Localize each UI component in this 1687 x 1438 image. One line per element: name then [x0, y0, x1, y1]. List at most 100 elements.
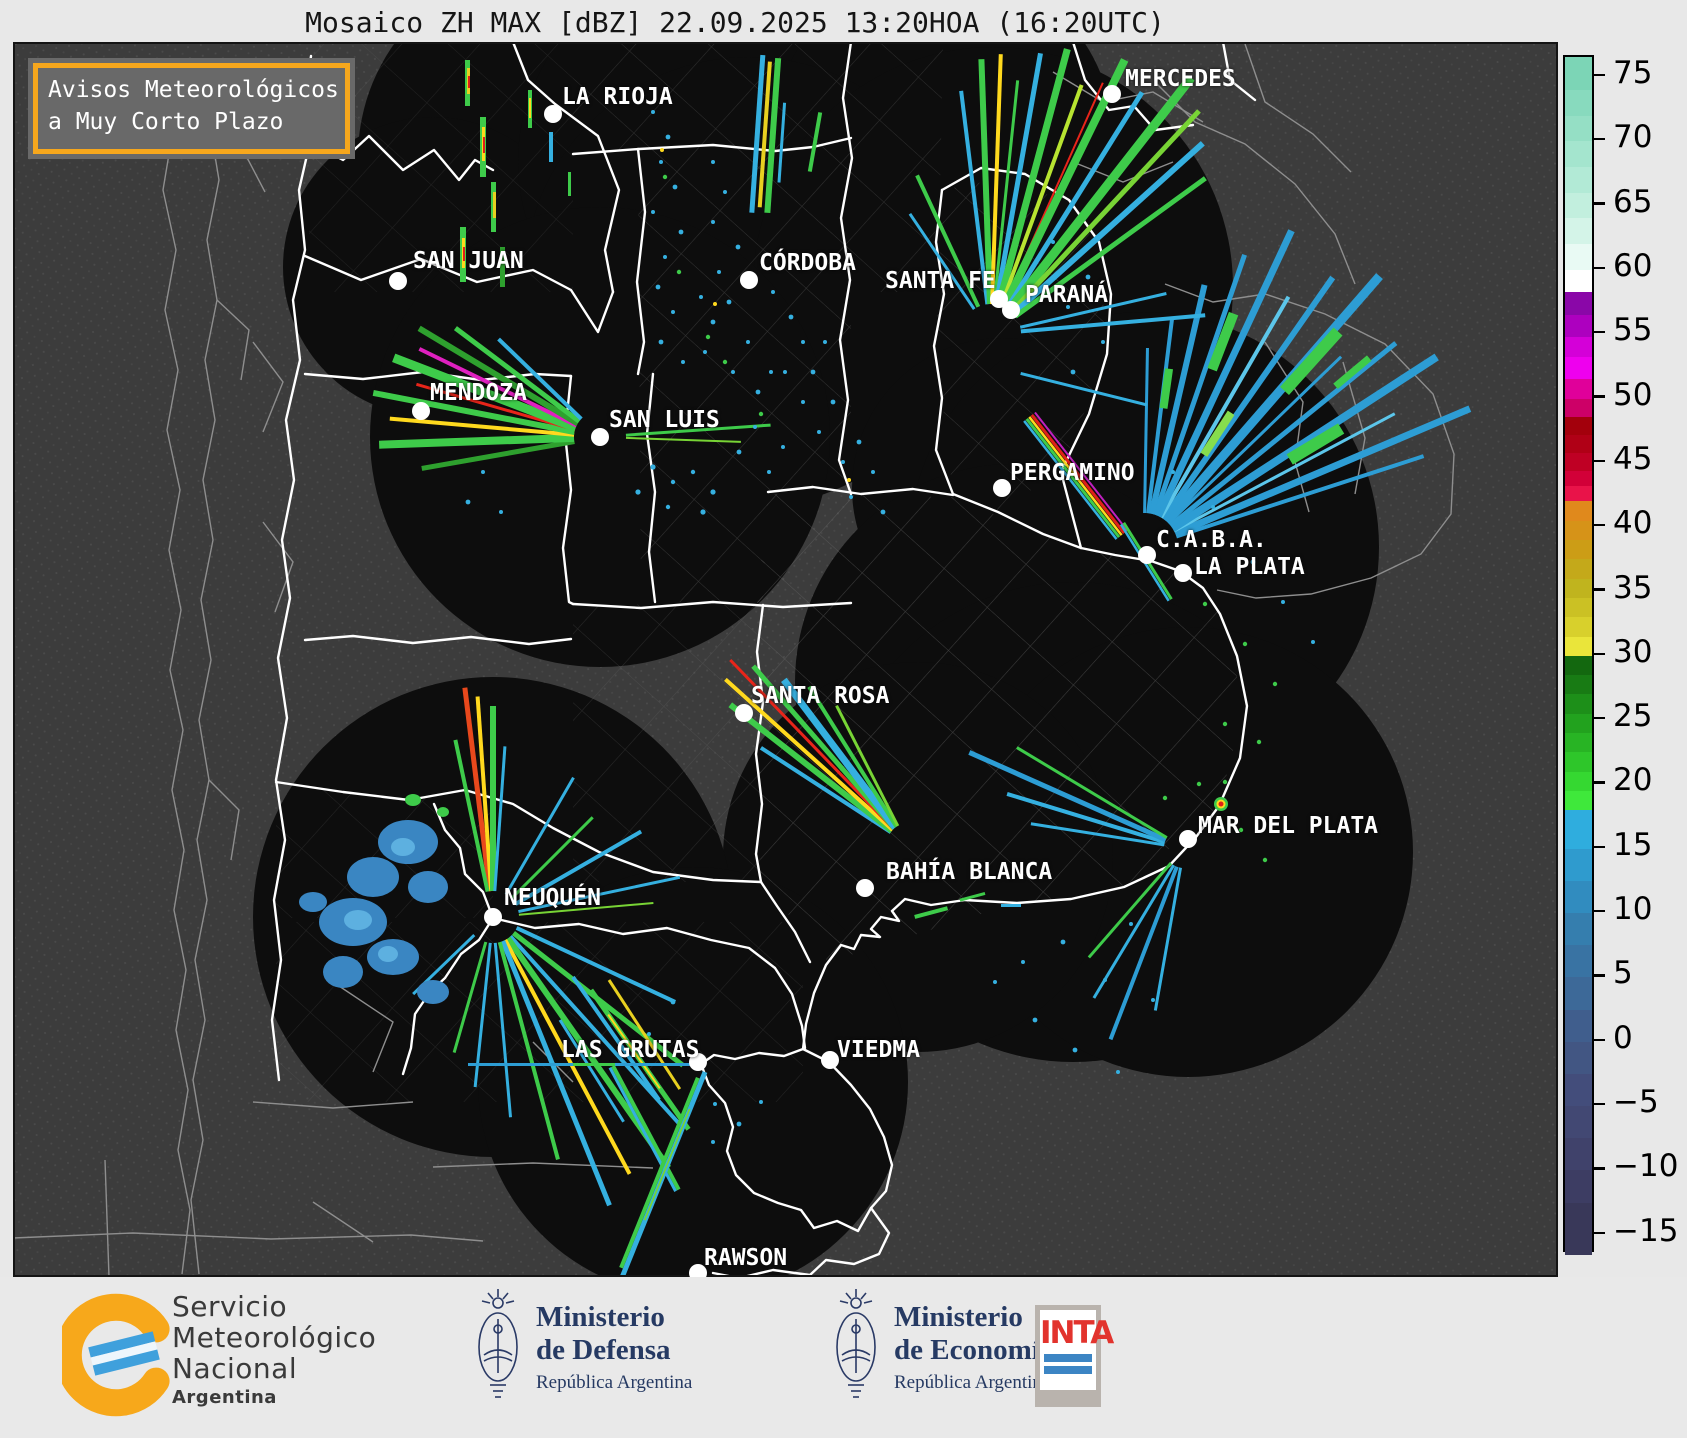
economia-sub: República Argentina: [894, 1372, 1051, 1393]
colorbar-segment: [1565, 880, 1592, 914]
smn-line2: Meteorológico: [172, 1321, 377, 1354]
city-marker: [1179, 830, 1197, 848]
colorbar-segment: [1565, 520, 1592, 541]
colorbar: [1563, 55, 1594, 1255]
city-marker: [412, 402, 430, 420]
page-title: Mosaico ZH MAX [dBZ] 22.09.2025 13:20HOA…: [305, 6, 1165, 39]
colorbar-tick-label: 65: [1613, 183, 1653, 220]
defensa-line1: Ministerio: [536, 1301, 665, 1333]
inta-wordmark: INTA: [1040, 1315, 1114, 1351]
city-marker: [1138, 546, 1156, 564]
colorbar-segment: [1565, 434, 1592, 454]
city-label: MAR DEL PLATA: [1198, 813, 1379, 839]
colorbar-segment: [1565, 336, 1592, 358]
city-label: SANTA ROSA: [751, 683, 890, 709]
city-label: VIEDMA: [837, 1037, 921, 1063]
colorbar-tick-label: −10: [1613, 1148, 1679, 1185]
city-label: LA RIOJA: [562, 84, 673, 110]
colorbar-segment: [1565, 269, 1592, 293]
city-label: PARANÁ: [1025, 282, 1109, 308]
colorbar-tick: [1594, 523, 1605, 527]
colorbar-segment: [1565, 1170, 1592, 1204]
colorbar-segment: [1565, 694, 1592, 715]
city-label: RAWSON: [704, 1245, 788, 1271]
colorbar-segment: [1565, 291, 1592, 316]
smn-logo: [54, 1291, 170, 1419]
city-label: NEUQUÉN: [504, 885, 601, 911]
colorbar-tick-label: 10: [1613, 890, 1653, 927]
defensa-sub: República Argentina: [536, 1372, 693, 1393]
colorbar-tick-label: 15: [1613, 826, 1653, 863]
colorbar-segment: [1565, 416, 1592, 436]
inta-panel: INTA: [1040, 1310, 1114, 1390]
city-marker: [856, 879, 874, 897]
colorbar-segment: [1565, 486, 1592, 503]
colorbar-tick-label: 20: [1613, 762, 1653, 799]
colorbar-tick-label: 50: [1613, 376, 1653, 413]
city-marker: [740, 271, 758, 289]
colorbar-tick: [1594, 974, 1605, 977]
defensa-coat-of-arms-icon: [478, 1289, 518, 1398]
colorbar-segment: [1565, 1138, 1592, 1171]
colorbar-segment: [1565, 1073, 1592, 1107]
colorbar-tick: [1594, 266, 1605, 270]
colorbar-tick: [1594, 1167, 1605, 1170]
colorbar-tick-label: 35: [1613, 569, 1653, 606]
city-label: SAN LUIS: [609, 407, 720, 433]
colorbar-segment: [1565, 501, 1592, 522]
colorbar-segment: [1565, 771, 1592, 792]
colorbar-segment: [1565, 379, 1592, 400]
colorbar-tick-label: 60: [1613, 247, 1653, 284]
colorbar-tick: [1594, 459, 1605, 463]
colorbar-segment: [1565, 559, 1592, 580]
inta-bar-1: [1044, 1354, 1092, 1362]
colorbar-segment: [1565, 713, 1592, 734]
city-label: LA PLATA: [1194, 554, 1305, 580]
economia-wordmark: Ministerio de Economía República Argenti…: [894, 1301, 1054, 1394]
colorbar-segment: [1565, 57, 1592, 91]
colorbar-segment: [1565, 913, 1592, 946]
colorbar-tick: [1594, 1102, 1605, 1106]
colorbar-tick: [1594, 138, 1605, 141]
smn-country: Argentina: [172, 1387, 277, 1408]
colorbar-segment: [1565, 1202, 1592, 1255]
footer: Servicio Meteorológico Nacional Argentin…: [0, 1277, 1687, 1438]
smn-line1: Servicio: [172, 1290, 288, 1323]
colorbar-tick-label: −5: [1613, 1083, 1659, 1120]
colorbar-segment: [1565, 357, 1592, 380]
defensa-wordmark: Ministerio de Defensa República Argentin…: [536, 1301, 692, 1394]
colorbar-segment: [1565, 655, 1592, 676]
colorbar-segment: [1565, 848, 1592, 882]
radar-map: LA RIOJA MERCEDES SAN JUAN CÓRDOBA SANTA FE P…: [13, 42, 1558, 1277]
colorbar-segment: [1565, 166, 1592, 194]
city-marker: [1103, 85, 1121, 103]
colorbar-segment: [1565, 141, 1592, 168]
city-marker: [993, 479, 1011, 497]
economia-coat-of-arms-icon: [836, 1289, 876, 1398]
economia-line2: de Economía: [894, 1334, 1055, 1366]
colorbar-tick-label: 30: [1613, 633, 1653, 670]
city-marker: [591, 428, 609, 446]
colorbar-segment: [1565, 733, 1592, 753]
colorbar-segment: [1565, 675, 1592, 695]
colorbar-tick-label: 0: [1613, 1019, 1633, 1056]
colorbar-tick-label: 5: [1613, 955, 1633, 992]
colorbar-segment: [1565, 790, 1592, 811]
colorbar-tick: [1594, 909, 1605, 913]
inta-bar-2: [1044, 1366, 1092, 1374]
smn-line3: Nacional: [172, 1352, 298, 1385]
city-marker: [1174, 564, 1192, 582]
colorbar-tick: [1594, 73, 1605, 77]
colorbar-segment: [1565, 636, 1592, 657]
city-label: MERCEDES: [1125, 66, 1236, 92]
city-label: CÓRDOBA: [759, 250, 856, 276]
colorbar-tick-label: −15: [1613, 1212, 1679, 1249]
colorbar-tick-label: 70: [1613, 119, 1653, 156]
colorbar-tick: [1594, 845, 1605, 848]
colorbar-segment: [1565, 314, 1592, 338]
warning-line-1: Avisos Meteorológicos: [48, 77, 339, 103]
smn-logo-icon: [54, 1293, 170, 1417]
colorbar-segment: [1565, 192, 1592, 220]
city-label: PERGAMINO: [1010, 460, 1135, 486]
city-label: SANTA FE: [885, 268, 996, 294]
